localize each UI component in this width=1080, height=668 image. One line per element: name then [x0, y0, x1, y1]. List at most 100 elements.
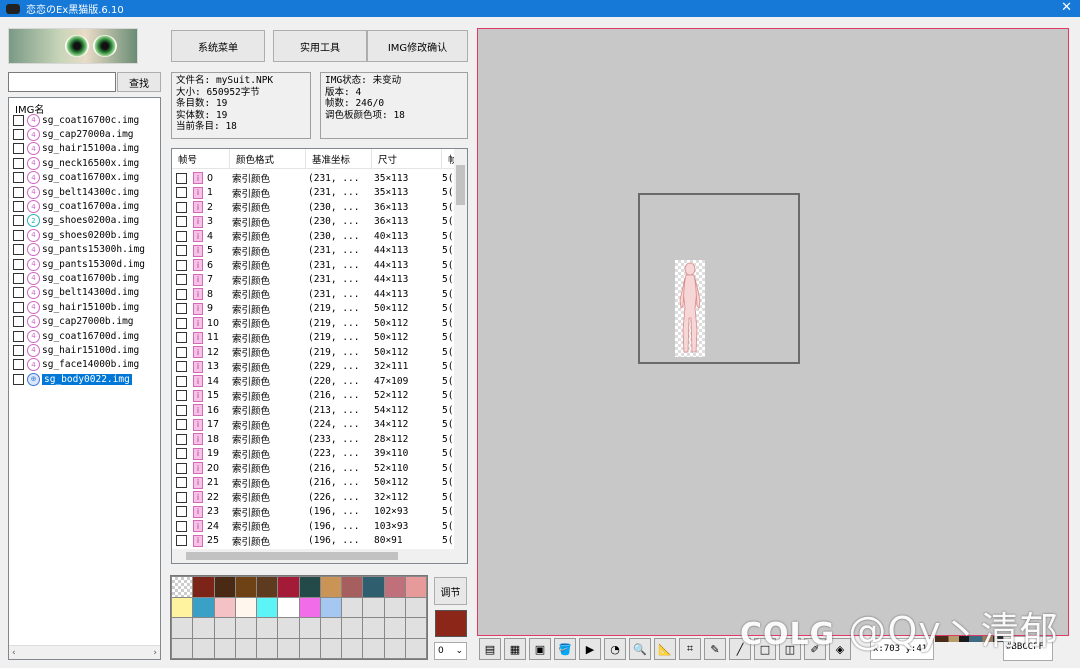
frame-checkbox[interactable] — [176, 332, 187, 344]
palette-swatch-empty[interactable] — [172, 618, 193, 638]
img-list-item[interactable]: 4 sg_coat16700a.img — [9, 199, 160, 214]
search-button[interactable]: 查找 — [117, 72, 161, 92]
system-menu-button[interactable]: 系统菜单 — [171, 30, 265, 62]
frame-row[interactable]: i 11 索引颜色 (219, ... 50×112 5( — [172, 331, 456, 346]
palette-swatch[interactable] — [320, 577, 341, 597]
item-checkbox[interactable] — [13, 244, 24, 256]
camera-icon[interactable]: ▶ — [579, 638, 601, 660]
palette-swatch-empty[interactable] — [363, 618, 384, 638]
paint-bucket-icon[interactable]: 🪣 — [554, 638, 576, 660]
frame-checkbox[interactable] — [176, 390, 187, 402]
palette-swatch[interactable] — [193, 577, 214, 597]
palette-swatch-empty[interactable] — [342, 638, 363, 658]
color-grid-icon[interactable]: ▦ — [504, 638, 526, 660]
item-checkbox[interactable] — [13, 301, 24, 313]
selected-color-swatch[interactable] — [435, 610, 467, 637]
frame-checkbox[interactable] — [176, 491, 187, 503]
palette-swatch[interactable] — [214, 577, 235, 597]
palette-swatch-empty[interactable] — [214, 638, 235, 658]
zoom-select[interactable]: 0 ⌄ — [434, 642, 467, 660]
magnifier-icon[interactable]: 🔍 — [629, 638, 651, 660]
frame-checkbox[interactable] — [176, 288, 187, 300]
ruler-icon[interactable]: 📐 — [654, 638, 676, 660]
frame-row[interactable]: i 23 索引颜色 (196, ... 102×93 5( — [172, 505, 456, 520]
frame-checkbox[interactable] — [176, 506, 187, 518]
palette-swatch[interactable] — [193, 597, 214, 617]
img-list-item[interactable]: 4 sg_face14000b.img — [9, 358, 160, 372]
frame-checkbox[interactable] — [176, 216, 187, 228]
img-list-item[interactable]: 4 sg_hair15100d.img — [9, 343, 160, 357]
palette-swatch[interactable] — [278, 577, 299, 597]
item-checkbox[interactable] — [13, 215, 24, 227]
frame-row[interactable]: i 16 索引颜色 (213, ... 54×112 5( — [172, 403, 456, 418]
frame-table-hscroll[interactable] — [172, 549, 467, 563]
frame-row[interactable]: i 17 索引颜色 (224, ... 34×112 5( — [172, 418, 456, 433]
img-list-scrollbar[interactable]: ‹ › — [9, 645, 160, 659]
frame-checkbox[interactable] — [176, 187, 187, 199]
canvas-vscroll[interactable] — [1069, 28, 1080, 636]
palette-swatch[interactable] — [299, 577, 320, 597]
palette-swatch[interactable] — [342, 577, 363, 597]
img-list-item[interactable]: 4 sg_pants15300d.img — [9, 257, 160, 271]
img-list-item[interactable]: 4 sg_belt14300c.img — [9, 185, 160, 199]
frame-checkbox[interactable] — [176, 346, 187, 358]
frame-checkbox[interactable] — [176, 404, 187, 416]
pencil-icon[interactable]: ✎ — [704, 638, 726, 660]
img-confirm-button[interactable]: IMG修改确认 — [367, 30, 468, 62]
palette-swatch-empty[interactable] — [384, 618, 405, 638]
frame-checkbox[interactable] — [176, 201, 187, 213]
frame-table-vscroll[interactable] — [454, 149, 467, 551]
palette-swatch-empty[interactable] — [235, 618, 256, 638]
palette-swatch[interactable] — [172, 597, 193, 617]
img-list-item[interactable]: 4 sg_belt14300d.img — [9, 286, 160, 300]
img-list-item[interactable]: 4 sg_cap27000a.img — [9, 127, 160, 142]
img-list-item[interactable]: 4 sg_coat16700d.img — [9, 329, 160, 343]
frame-checkbox[interactable] — [176, 419, 187, 431]
col-color-format[interactable]: 颜色格式 — [230, 149, 306, 168]
frame-checkbox[interactable] — [176, 375, 187, 387]
img-list[interactable]: IMG名 4 sg_coat16700c.img 4 sg_cap27000a.img… — [8, 97, 161, 660]
close-icon[interactable]: ✕ — [1061, 0, 1072, 16]
item-checkbox[interactable] — [13, 229, 24, 241]
img-list-item[interactable]: 4 sg_pants15300h.img — [9, 243, 160, 257]
palette-swatch[interactable] — [235, 597, 256, 617]
palette-swatch[interactable] — [257, 597, 278, 617]
scroll-thumb[interactable] — [186, 552, 398, 560]
item-checkbox[interactable] — [13, 272, 24, 284]
frame-checkbox[interactable] — [176, 477, 187, 489]
item-checkbox[interactable] — [13, 172, 24, 184]
palette-swatch[interactable] — [172, 577, 193, 597]
palette-swatch[interactable] — [384, 597, 405, 617]
adjust-button[interactable]: 调节 — [434, 577, 467, 605]
frame-row[interactable]: i 3 索引颜色 (230, ... 36×113 5( — [172, 215, 456, 230]
frame-row[interactable]: i 22 索引颜色 (226, ... 32×112 5( — [172, 490, 456, 505]
palette-swatch-empty[interactable] — [172, 638, 193, 658]
scroll-right-icon[interactable]: › — [153, 648, 157, 658]
frame-checkbox[interactable] — [176, 274, 187, 286]
character-sprite[interactable] — [675, 260, 705, 357]
frame-row[interactable]: i 21 索引颜色 (216, ... 50×112 5( — [172, 476, 456, 491]
palette-swatch[interactable] — [299, 597, 320, 617]
palette-swatch-empty[interactable] — [299, 618, 320, 638]
frame-checkbox[interactable] — [176, 462, 187, 474]
frame-row[interactable]: i 9 索引颜色 (219, ... 50×112 5( — [172, 302, 456, 317]
frame-row[interactable]: i 10 索引颜色 (219, ... 50×112 5( — [172, 316, 456, 331]
palette-swatch[interactable] — [320, 597, 341, 617]
item-checkbox[interactable] — [13, 201, 24, 213]
palette-swatch-empty[interactable] — [405, 638, 426, 658]
frame-checkbox[interactable] — [176, 361, 187, 373]
palette-swatch[interactable] — [363, 597, 384, 617]
palette-swatch-empty[interactable] — [235, 638, 256, 658]
lips-icon[interactable]: ◔ — [604, 638, 626, 660]
frame-row[interactable]: i 19 索引颜色 (223, ... 39×110 5( — [172, 447, 456, 462]
frame-row[interactable]: i 6 索引颜色 (231, ... 44×113 5( — [172, 258, 456, 273]
palette-swatch-empty[interactable] — [257, 618, 278, 638]
palette-swatch-empty[interactable] — [363, 638, 384, 658]
search-input[interactable] — [8, 72, 116, 92]
img-list-item[interactable]: 4 sg_coat16700x.img — [9, 171, 160, 185]
frame-checkbox[interactable] — [176, 520, 187, 532]
palette-swatch-empty[interactable] — [278, 618, 299, 638]
palette-swatch[interactable] — [214, 597, 235, 617]
col-frame-no[interactable]: 帧号 — [172, 149, 230, 168]
preview-canvas[interactable] — [477, 28, 1069, 636]
